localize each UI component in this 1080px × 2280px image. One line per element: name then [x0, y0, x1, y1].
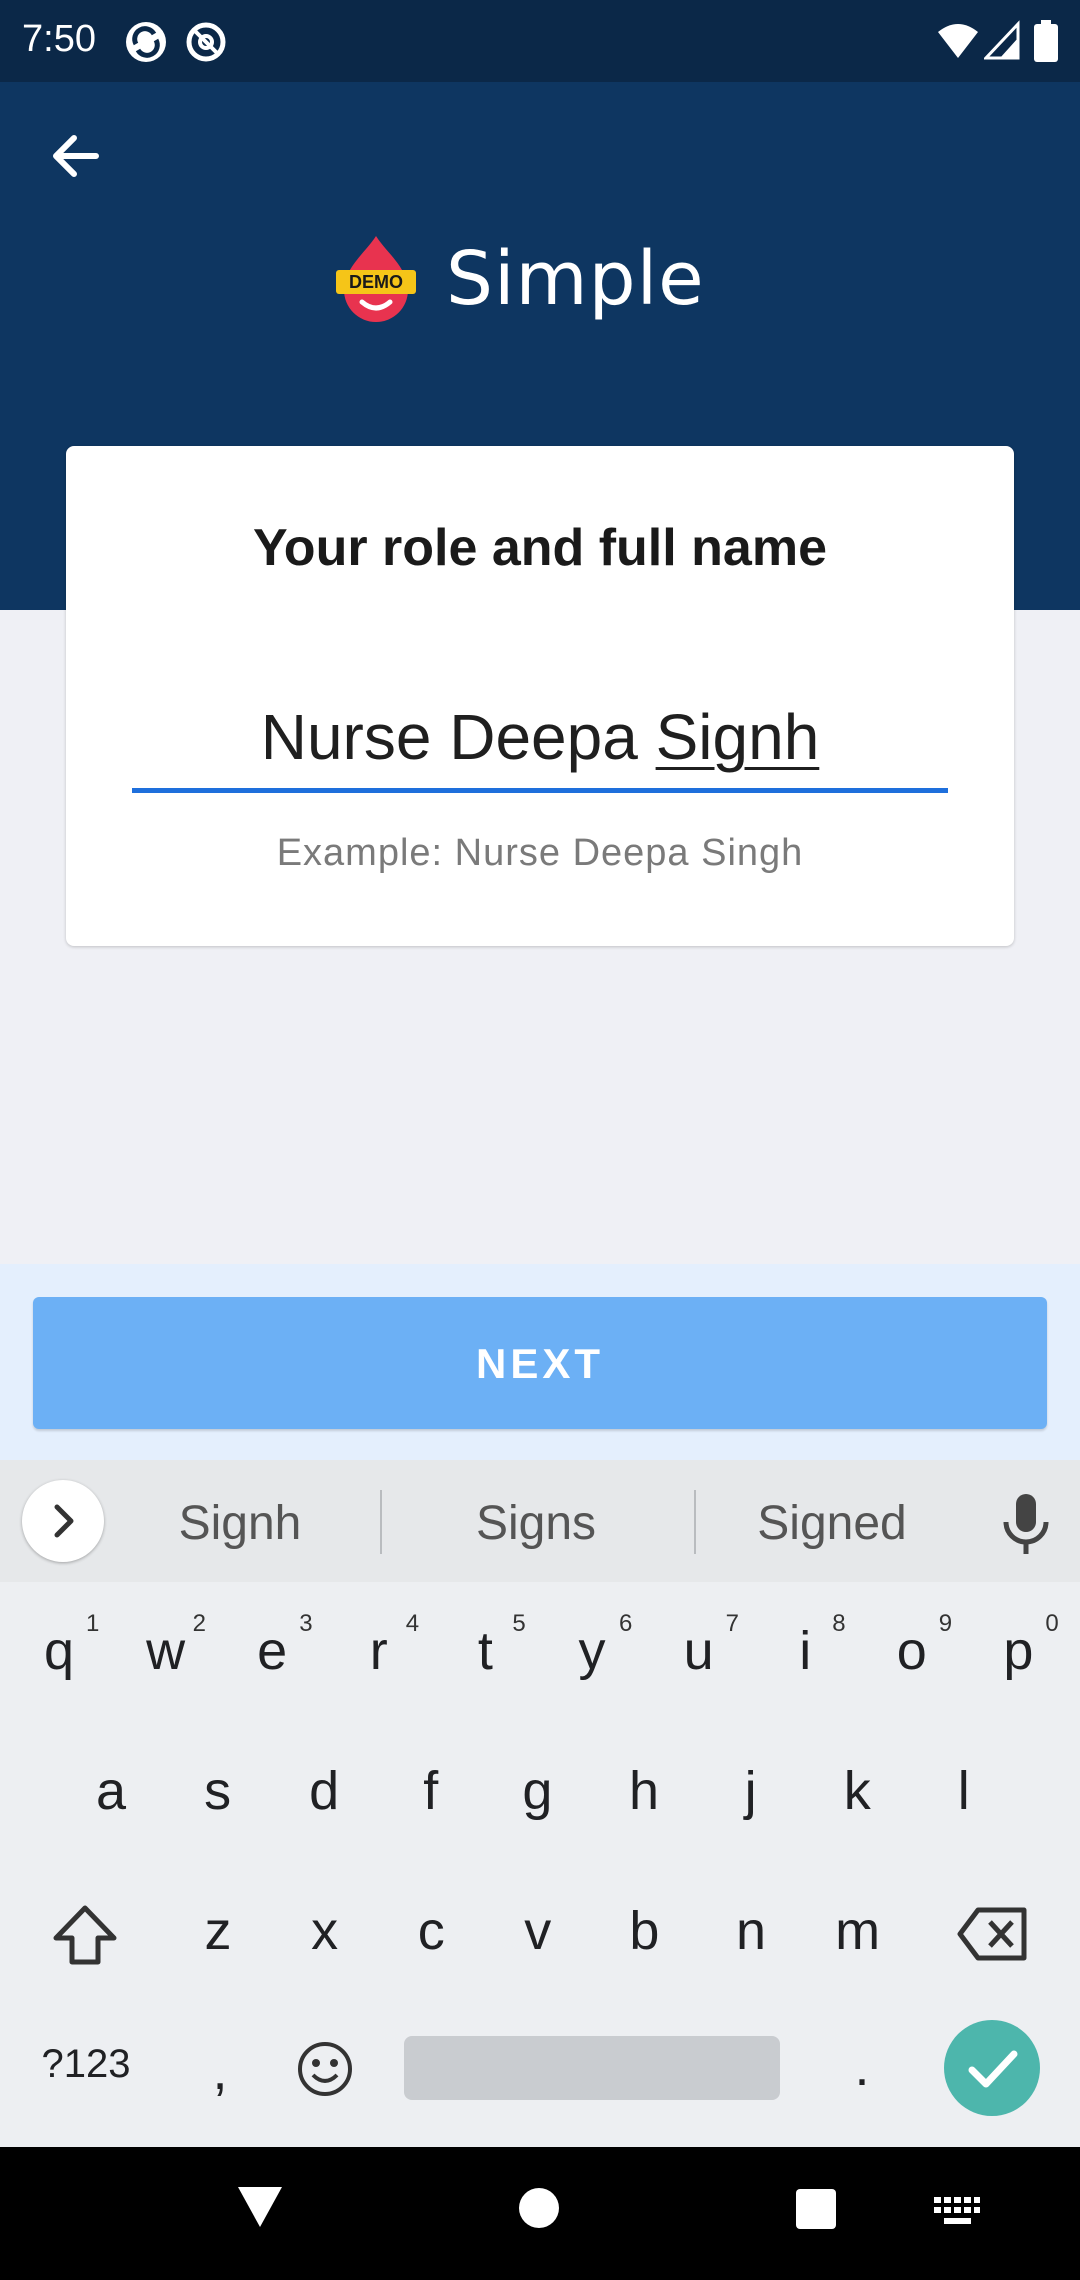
input-composing-text: Signh — [655, 701, 820, 773]
key-p[interactable]: p0 — [973, 1610, 1063, 1682]
battery-icon — [1034, 20, 1058, 62]
key-w[interactable]: w2 — [121, 1610, 211, 1682]
input-hint: Example: Nurse Deepa Singh — [276, 832, 804, 874]
key-number-hint: 0 — [1045, 1610, 1059, 1637]
card-title: Your role and full name — [252, 519, 827, 577]
suggestion-3[interactable]: Signed — [702, 1496, 962, 1551]
space-key[interactable] — [404, 2036, 780, 2100]
key-number-hint: 2 — [192, 1610, 206, 1637]
key-label: o — [896, 1621, 927, 1681]
logo-badge-text: DEMO — [349, 272, 403, 292]
key-label: u — [683, 1621, 714, 1681]
app-name: Simple — [446, 236, 705, 322]
keyboard-switch-icon[interactable] — [934, 2197, 980, 2227]
next-button-label: NEXT — [475, 1340, 604, 1387]
key-number-hint: 3 — [299, 1610, 313, 1637]
shift-icon[interactable] — [52, 1904, 118, 1966]
key-s[interactable]: s — [173, 1760, 263, 1822]
input-text: Nurse Deepa — [260, 701, 656, 773]
key-m[interactable]: m — [813, 1900, 903, 1962]
full-name-input[interactable]: Nurse Deepa Signh — [132, 700, 948, 774]
suggestion-divider — [380, 1490, 382, 1554]
key-number-hint: 9 — [938, 1610, 953, 1637]
checkmark-icon — [968, 2050, 1018, 2088]
comma-key[interactable]: , — [200, 2040, 240, 2102]
key-f[interactable]: f — [386, 1760, 476, 1822]
suggestion-2[interactable]: Signs — [406, 1496, 666, 1551]
input-underline — [132, 788, 948, 793]
symbols-key[interactable]: ?123 — [34, 2042, 138, 2087]
nav-home-icon[interactable] — [518, 2187, 560, 2229]
key-y[interactable]: y6 — [547, 1610, 637, 1682]
key-label: q — [43, 1621, 75, 1681]
key-label: i — [799, 1621, 812, 1681]
suggestion-1[interactable]: Signh — [110, 1496, 370, 1551]
key-label: y — [578, 1621, 606, 1681]
key-u[interactable]: u7 — [654, 1610, 744, 1682]
key-x[interactable]: x — [280, 1900, 370, 1962]
key-z[interactable]: z — [173, 1900, 263, 1962]
key-number-hint: 6 — [619, 1610, 633, 1637]
key-v[interactable]: v — [493, 1900, 583, 1962]
status-time: 7:50 — [22, 18, 96, 60]
key-number-hint: 4 — [405, 1610, 420, 1637]
period-key[interactable]: . — [842, 2036, 882, 2098]
nav-recents-icon[interactable] — [796, 2189, 836, 2229]
wifi-icon — [938, 24, 978, 58]
key-r[interactable]: r4 — [334, 1610, 424, 1682]
key-label: e — [257, 1621, 288, 1681]
key-c[interactable]: c — [386, 1900, 476, 1962]
key-number-hint: 5 — [512, 1610, 526, 1637]
key-label: p — [1003, 1621, 1034, 1681]
key-number-hint: 8 — [832, 1610, 846, 1637]
emoji-icon[interactable] — [296, 2040, 354, 2098]
backspace-icon[interactable] — [956, 1906, 1028, 1962]
chevron-right-icon — [54, 1504, 74, 1538]
key-label: t — [477, 1621, 493, 1681]
key-n[interactable]: n — [706, 1900, 796, 1962]
key-g[interactable]: g — [492, 1760, 582, 1822]
key-h[interactable]: h — [599, 1760, 689, 1822]
key-q[interactable]: q1 — [14, 1610, 104, 1682]
key-label: r — [369, 1621, 388, 1681]
key-o[interactable]: o9 — [867, 1610, 957, 1682]
key-t[interactable]: t5 — [440, 1610, 530, 1682]
sync-icon — [126, 22, 166, 62]
key-l[interactable]: l — [919, 1760, 1009, 1822]
status-bar: 7:50 — [0, 0, 1080, 82]
signal-icon — [984, 20, 1020, 60]
key-k[interactable]: k — [812, 1760, 902, 1822]
at-icon — [186, 22, 226, 62]
key-number-hint: 1 — [86, 1610, 100, 1637]
nav-back-icon[interactable] — [236, 2185, 284, 2229]
key-e[interactable]: e3 — [227, 1610, 317, 1682]
expand-suggestions-button[interactable] — [22, 1480, 104, 1562]
key-i[interactable]: i8 — [760, 1610, 850, 1682]
key-d[interactable]: d — [279, 1760, 369, 1822]
key-j[interactable]: j — [706, 1760, 796, 1822]
microphone-icon[interactable] — [998, 1492, 1054, 1556]
app-logo: DEMO — [336, 236, 416, 322]
key-b[interactable]: b — [599, 1900, 689, 1962]
arrow-back-icon[interactable] — [44, 124, 108, 188]
suggestion-divider — [694, 1490, 696, 1554]
navigation-bar — [0, 2147, 1080, 2280]
enter-key[interactable] — [944, 2020, 1040, 2116]
key-number-hint: 7 — [725, 1610, 739, 1637]
key-a[interactable]: a — [66, 1760, 156, 1822]
key-label: w — [146, 1621, 186, 1681]
